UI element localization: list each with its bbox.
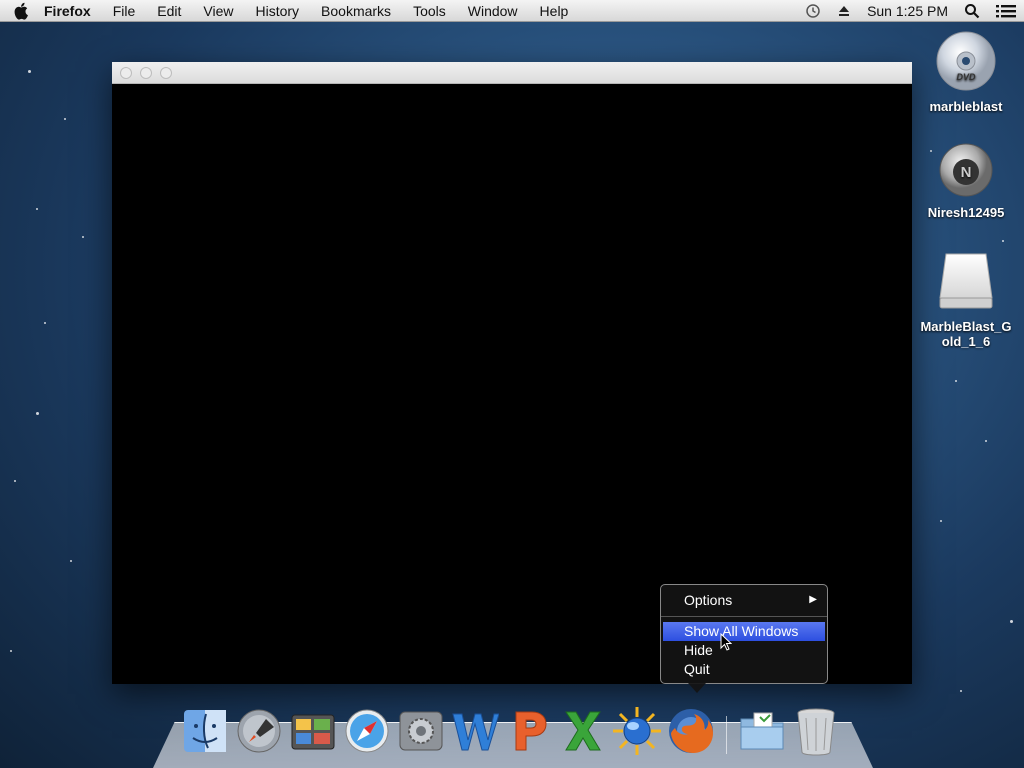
menu-item-options[interactable]: Options ▶	[661, 590, 827, 610]
spotlight-search-icon[interactable]	[956, 3, 988, 19]
finder-icon[interactable]	[178, 704, 232, 758]
menu-pointer-tail	[688, 683, 706, 693]
launchpad-icon[interactable]	[232, 704, 286, 758]
menu-bookmarks[interactable]: Bookmarks	[310, 0, 402, 22]
menu-item-hide[interactable]: Hide	[661, 641, 827, 660]
desktop-icon-niresh[interactable]: N Niresh12495	[916, 142, 1016, 220]
menu-bar: Firefox File Edit View History Bookmarks…	[0, 0, 1024, 22]
apple-menu-icon[interactable]	[0, 2, 44, 20]
zoom-button[interactable]	[160, 66, 172, 79]
menu-edit[interactable]: Edit	[146, 0, 192, 22]
eject-icon[interactable]	[829, 4, 859, 18]
image-capture-icon[interactable]	[286, 704, 340, 758]
menu-help[interactable]: Help	[529, 0, 580, 22]
menu-tools[interactable]: Tools	[402, 0, 457, 22]
mouse-cursor-icon	[720, 632, 733, 656]
documents-folder-icon[interactable]	[735, 704, 789, 758]
menu-file[interactable]: File	[102, 0, 147, 22]
disk-image-icon: N	[939, 143, 993, 197]
network-icon[interactable]	[610, 704, 664, 758]
dock	[178, 702, 843, 758]
time-machine-icon[interactable]	[797, 3, 829, 19]
minimize-button[interactable]	[140, 66, 152, 79]
powerpoint-icon[interactable]	[502, 704, 556, 758]
desktop-icon-label: MarbleBlast_G old_1_6	[920, 319, 1012, 349]
menu-clock[interactable]: Sun 1:25 PM	[859, 3, 956, 19]
window-titlebar[interactable]	[112, 62, 912, 84]
notification-list-icon[interactable]	[988, 3, 1024, 19]
svg-text:DVD: DVD	[956, 72, 976, 82]
desktop-icon-label: Niresh12495	[927, 205, 1005, 220]
removable-drive-icon	[939, 253, 993, 309]
dock-separator	[726, 716, 727, 754]
word-icon[interactable]	[448, 704, 502, 758]
excel-icon[interactable]	[556, 704, 610, 758]
system-preferences-icon[interactable]	[394, 704, 448, 758]
submenu-arrow-icon: ▶	[809, 594, 817, 605]
menu-history[interactable]: History	[244, 0, 310, 22]
close-button[interactable]	[120, 66, 132, 79]
dock-context-menu: Options ▶ Show All Windows Hide Quit	[660, 584, 828, 684]
menu-window[interactable]: Window	[457, 0, 529, 22]
svg-text:N: N	[961, 164, 972, 181]
safari-icon[interactable]	[340, 704, 394, 758]
firefox-icon[interactable]	[664, 704, 718, 758]
menu-item-label: Options	[684, 592, 733, 608]
trash-icon[interactable]	[789, 704, 843, 758]
menu-app-name[interactable]: Firefox	[44, 0, 102, 22]
menu-separator	[661, 616, 827, 617]
menu-item-show-all-windows[interactable]: Show All Windows	[663, 622, 825, 641]
desktop-icon-marbleblast[interactable]: DVD marbleblast	[916, 30, 1016, 114]
menu-view[interactable]: View	[192, 0, 244, 22]
dvd-icon: DVD	[936, 31, 996, 91]
desktop-icon-marbleblast-gold[interactable]: MarbleBlast_G old_1_6	[916, 250, 1016, 349]
menu-item-quit[interactable]: Quit	[661, 660, 827, 679]
desktop-icon-label: marbleblast	[929, 99, 1003, 114]
